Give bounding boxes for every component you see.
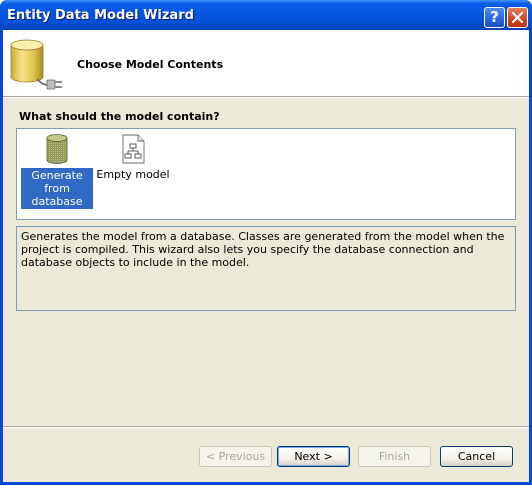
header-divider [3,96,529,98]
help-button[interactable]: ? [484,7,505,28]
cancel-button[interactable]: Cancel [440,446,513,467]
dialog-client-area: Choose Model Contents What should the mo… [3,30,529,482]
finish-button[interactable]: Finish [358,446,431,467]
window-title: Entity Data Model Wizard [7,8,194,23]
database-plug-icon [7,39,67,94]
list-item-label: Empty model [96,168,170,181]
footer-divider [3,426,529,428]
next-button[interactable]: Next > [277,446,350,467]
list-item-generate-from-database[interactable]: Generate from database [19,133,95,209]
title-bar[interactable]: Entity Data Model Wizard ? [0,0,532,30]
wizard-window: Entity Data Model Wizard ? Choose Model … [0,0,532,485]
database-icon [19,133,95,168]
model-contents-list[interactable]: Generate from database Empty model [16,128,516,220]
previous-button[interactable]: < Previous [199,446,272,467]
hierarchy-document-icon [95,133,171,168]
close-icon [511,11,524,24]
wizard-header: Choose Model Contents [3,30,529,96]
question-label: What should the model contain? [19,110,220,123]
list-item-label: Generate from database [21,168,93,209]
page-title: Choose Model Contents [77,58,224,71]
description-box: Generates the model from a database. Cla… [16,226,516,311]
close-button[interactable] [507,7,528,28]
list-item-empty-model[interactable]: Empty model [95,133,171,197]
